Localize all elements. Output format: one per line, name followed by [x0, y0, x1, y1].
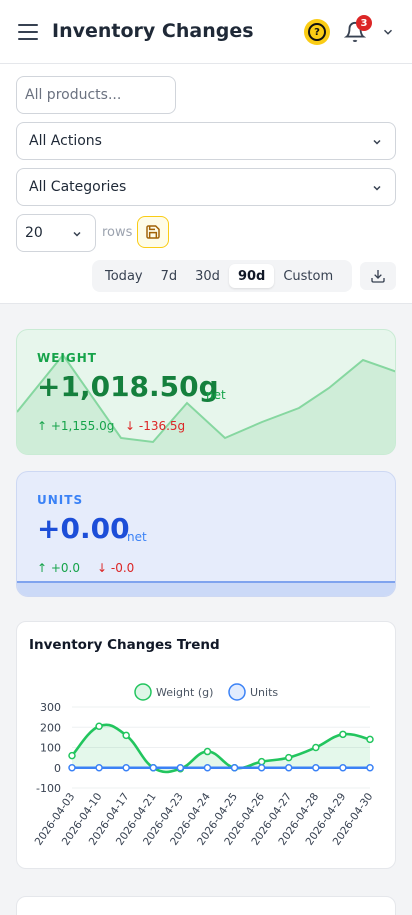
chevron-down-icon	[73, 231, 81, 237]
weight-label: WEIGHT	[37, 351, 97, 365]
y-tick-label: 0	[54, 762, 61, 775]
range-7d[interactable]: 7d	[152, 264, 187, 288]
weight-decrease: ↓ -136.5g	[125, 419, 186, 433]
units-point	[95, 764, 103, 772]
y-tick-label: 300	[40, 701, 61, 714]
units-point	[366, 764, 374, 772]
download-icon	[371, 270, 385, 283]
units-point	[203, 764, 212, 772]
units-point	[149, 764, 158, 772]
trend-chart-card: Inventory Changes Trend 300 200 100 0 -100 20…	[16, 621, 396, 869]
trend-chart: 3002001000-1002026-04-032026-04-102026-0…	[33, 683, 375, 848]
category-select[interactable]: All Categories	[16, 168, 396, 206]
rows-per-page-value: 20	[25, 225, 43, 241]
y-tick-label: 100	[40, 742, 61, 755]
rows-per-page-select[interactable]: 20	[16, 214, 96, 252]
chevron-down-icon	[373, 139, 381, 145]
y-tick-label: 200	[40, 721, 61, 734]
help-button[interactable]: ?	[304, 19, 330, 45]
weight-value: +1,018.50g	[37, 370, 219, 403]
chevron-down-icon	[373, 185, 381, 191]
units-stat-card: UNITS +0.00 net ↑ +0.0 ↓ -0.0	[16, 471, 396, 597]
legend-label: Units	[250, 686, 278, 699]
units-point	[339, 764, 347, 772]
product-search-input[interactable]	[16, 76, 176, 114]
weight-g-point	[366, 735, 374, 744]
weight-stat-card: WEIGHT +1,018.50g net ↑ +1,155.0g ↓ -136…	[16, 329, 396, 455]
units-value: +0.00	[37, 512, 130, 545]
range-today[interactable]: Today	[96, 264, 152, 288]
weight-g-point	[203, 747, 212, 756]
action-select-value: All Actions	[29, 133, 102, 149]
range-custom[interactable]: Custom	[274, 264, 342, 288]
notification-badge: 3	[356, 15, 372, 31]
units-point	[68, 764, 76, 772]
units-increase: ↑ +0.0	[37, 561, 81, 575]
units-decrease: ↓ -0.0	[97, 561, 135, 575]
filter-panel: All Actions All Categories 20 rows Today…	[0, 64, 412, 304]
weight-g-point	[257, 757, 266, 766]
legend-marker	[134, 683, 152, 701]
units-point	[122, 764, 130, 772]
weight-g-point	[122, 731, 130, 740]
next-section-card	[16, 896, 396, 915]
rows-label: rows	[102, 225, 133, 240]
units-net-label: net	[127, 530, 147, 544]
units-point	[176, 764, 185, 772]
units-point	[284, 764, 293, 772]
weight-increase: ↑ +1,155.0g	[37, 419, 115, 433]
range-90d[interactable]: 90d	[228, 264, 275, 288]
legend-marker	[228, 683, 246, 701]
legend-label: Weight (g)	[156, 686, 213, 699]
hamburger-menu-icon[interactable]	[18, 24, 38, 40]
question-circle-icon: ?	[308, 23, 326, 41]
top-bar: Inventory Changes ? 3	[0, 0, 412, 64]
chevron-down-icon[interactable]	[381, 25, 395, 39]
download-button[interactable]	[360, 262, 396, 290]
y-tick-label: -100	[36, 782, 61, 795]
weight-g-point	[312, 743, 320, 752]
weight-g-point	[339, 730, 347, 739]
weight-g-point	[95, 722, 103, 730]
units-point	[257, 764, 266, 772]
action-select[interactable]: All Actions	[16, 122, 396, 160]
units-label: UNITS	[37, 493, 84, 507]
category-select-value: All Categories	[29, 179, 127, 195]
range-30d[interactable]: 30d	[186, 264, 229, 288]
page-title: Inventory Changes	[52, 20, 254, 42]
weight-g-point	[68, 751, 76, 760]
units-point	[230, 764, 239, 772]
save-view-button[interactable]	[137, 216, 169, 248]
weight-g-area	[72, 724, 370, 772]
units-point	[312, 764, 320, 772]
weight-g-point	[284, 753, 293, 762]
date-range-selector: Today 7d 30d 90d Custom	[92, 260, 352, 292]
save-icon	[146, 225, 160, 239]
weight-net-label: net	[206, 388, 226, 402]
